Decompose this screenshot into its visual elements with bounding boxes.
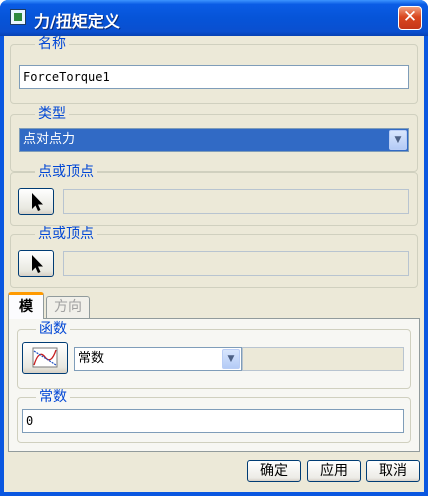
close-icon: ✕ <box>402 7 418 27</box>
point1-pick-button[interactable] <box>18 188 54 215</box>
point1-group-label: 点或顶点 <box>35 164 97 180</box>
ok-button[interactable]: 确定 <box>247 460 301 482</box>
name-group-label: 名称 <box>35 36 69 52</box>
name-group: 名称 ForceTorque1 <box>10 36 418 104</box>
arrow-cursor-icon <box>32 193 43 211</box>
function-graph-button[interactable] <box>22 342 68 374</box>
point1-field[interactable] <box>63 189 409 214</box>
close-button[interactable]: ✕ <box>398 6 422 30</box>
tab-magnitude[interactable]: 模 <box>8 292 44 319</box>
function-select-value: 常数 <box>78 351 105 366</box>
dialog-body: 名称 ForceTorque1 类型 点对点力 ▼ 点或顶点 点或顶点 模 方向… <box>4 36 424 492</box>
constant-field[interactable]: 0 <box>22 409 404 433</box>
constant-group: 常数 0 <box>17 389 411 443</box>
type-select[interactable]: 点对点力 ▼ <box>19 128 409 152</box>
function-group-label: 函数 <box>36 321 70 337</box>
type-select-value: 点对点力 <box>23 132 76 147</box>
arrow-cursor-icon <box>32 255 43 273</box>
function-graph-icon <box>32 347 58 368</box>
cancel-button[interactable]: 取消 <box>366 460 420 482</box>
combo-arrow-icon[interactable]: ▼ <box>222 349 240 369</box>
window-title: 力/扭矩定义 <box>34 12 120 31</box>
constant-group-label: 常数 <box>36 389 70 405</box>
window-icon <box>10 9 26 25</box>
point2-pick-button[interactable] <box>18 250 54 277</box>
type-group-label: 类型 <box>35 106 69 122</box>
dialog-window: 力/扭矩定义 ✕ 名称 ForceTorque1 类型 点对点力 ▼ 点或顶点 <box>0 0 428 496</box>
combo-arrow-icon[interactable]: ▼ <box>389 130 407 150</box>
title-bar[interactable]: 力/扭矩定义 ✕ <box>0 0 428 36</box>
function-group: 函数 常数 ▼ <box>17 321 411 389</box>
point2-group-label: 点或顶点 <box>35 226 97 242</box>
tab-direction[interactable]: 方向 <box>46 296 90 318</box>
function-select[interactable]: 常数 ▼ <box>74 347 242 371</box>
tab-panel: 函数 常数 ▼ 常数 0 <box>8 318 420 452</box>
name-field[interactable]: ForceTorque1 <box>19 65 409 89</box>
point2-group: 点或顶点 <box>10 226 418 288</box>
point1-group: 点或顶点 <box>10 164 418 226</box>
point2-field[interactable] <box>63 251 409 276</box>
function-extra-field[interactable] <box>242 347 404 371</box>
apply-button[interactable]: 应用 <box>307 460 361 482</box>
